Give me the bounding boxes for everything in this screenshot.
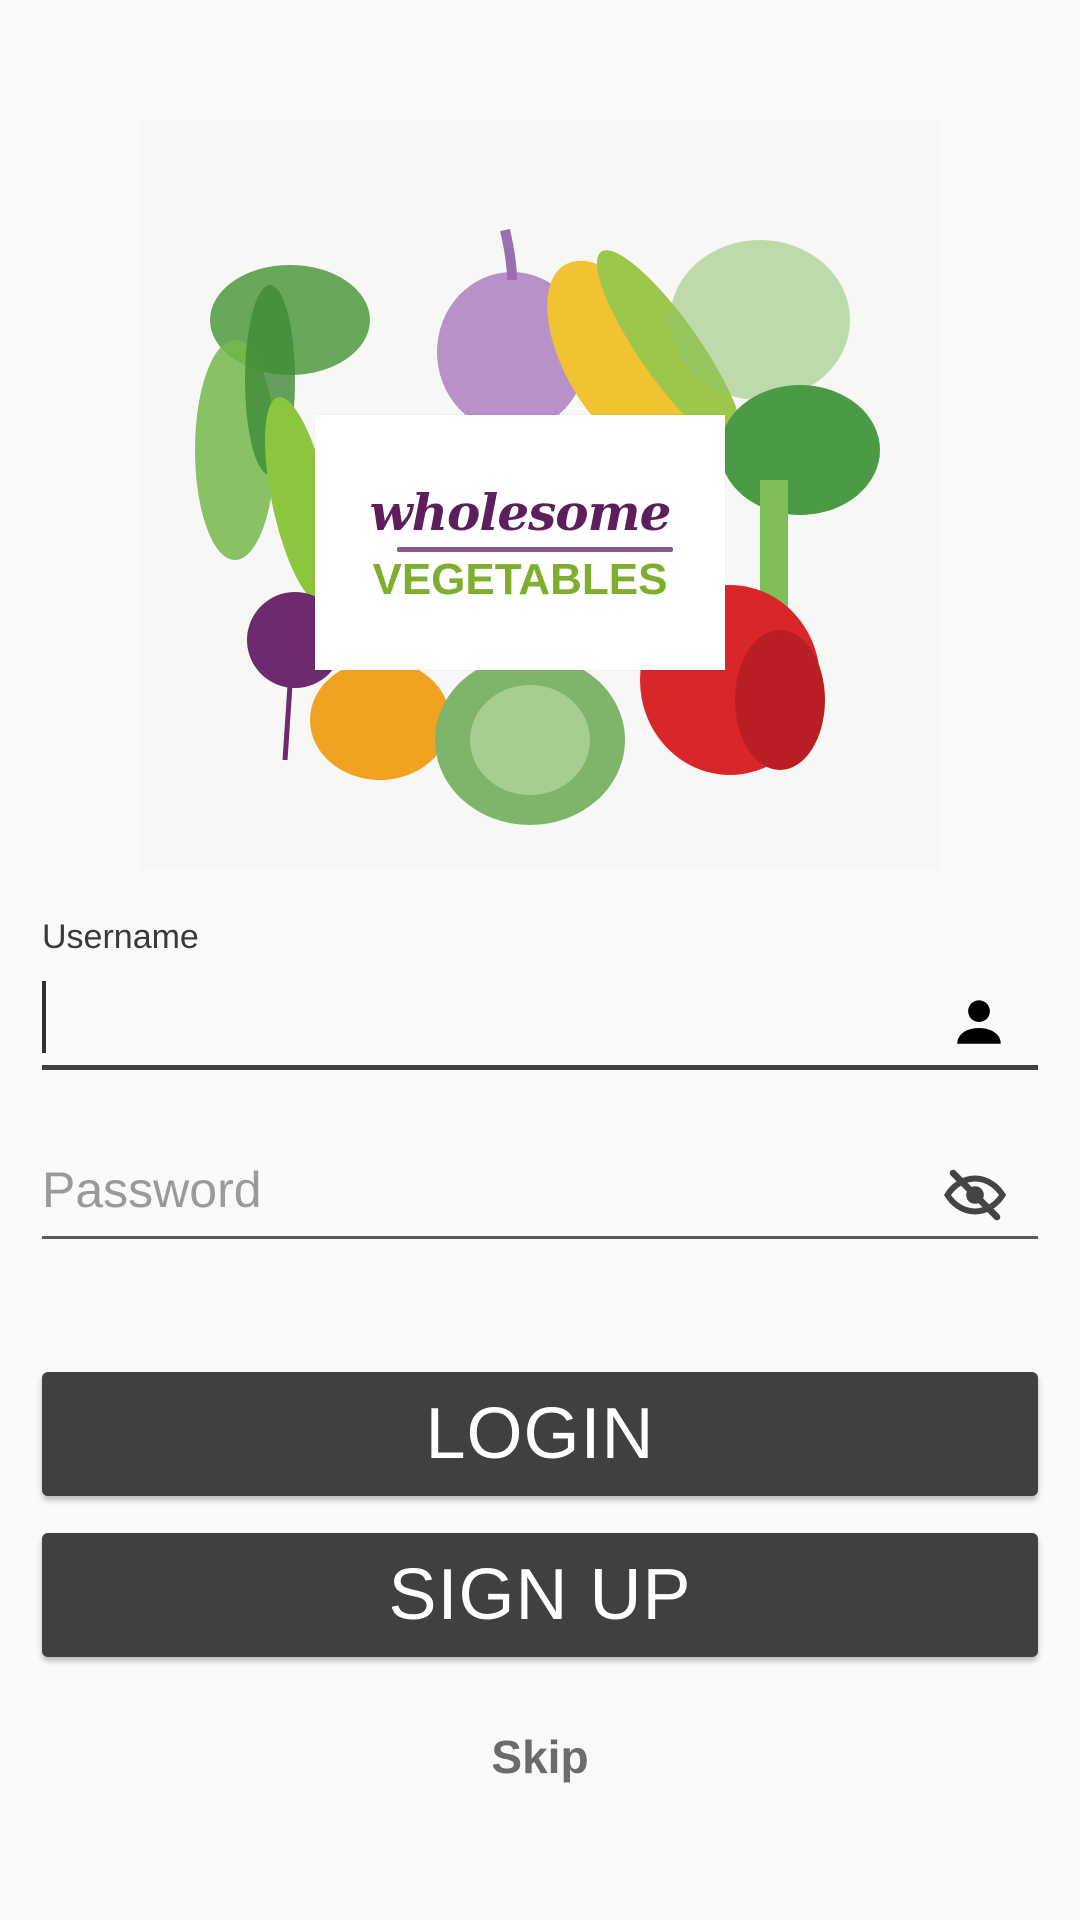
logo-card: wholesome VEGETABLES bbox=[315, 415, 725, 670]
logo-divider bbox=[397, 547, 673, 552]
skip-link[interactable]: Skip bbox=[0, 1730, 1080, 1784]
username-field[interactable] bbox=[42, 975, 1038, 1070]
app-logo: wholesome VEGETABLES bbox=[140, 120, 940, 870]
signup-button[interactable]: SIGN UP bbox=[42, 1533, 1038, 1657]
login-button[interactable]: LOGIN bbox=[42, 1372, 1038, 1496]
username-label: Username bbox=[42, 918, 199, 956]
logo-wordmark-top: wholesome bbox=[369, 483, 672, 542]
logo-wordmark-bottom: VEGETABLES bbox=[372, 555, 668, 604]
visibility-off-icon[interactable] bbox=[942, 1162, 1008, 1228]
password-input[interactable] bbox=[42, 1158, 902, 1222]
text-cursor bbox=[42, 981, 46, 1053]
password-field[interactable] bbox=[42, 1150, 1038, 1239]
person-icon bbox=[950, 993, 1008, 1051]
